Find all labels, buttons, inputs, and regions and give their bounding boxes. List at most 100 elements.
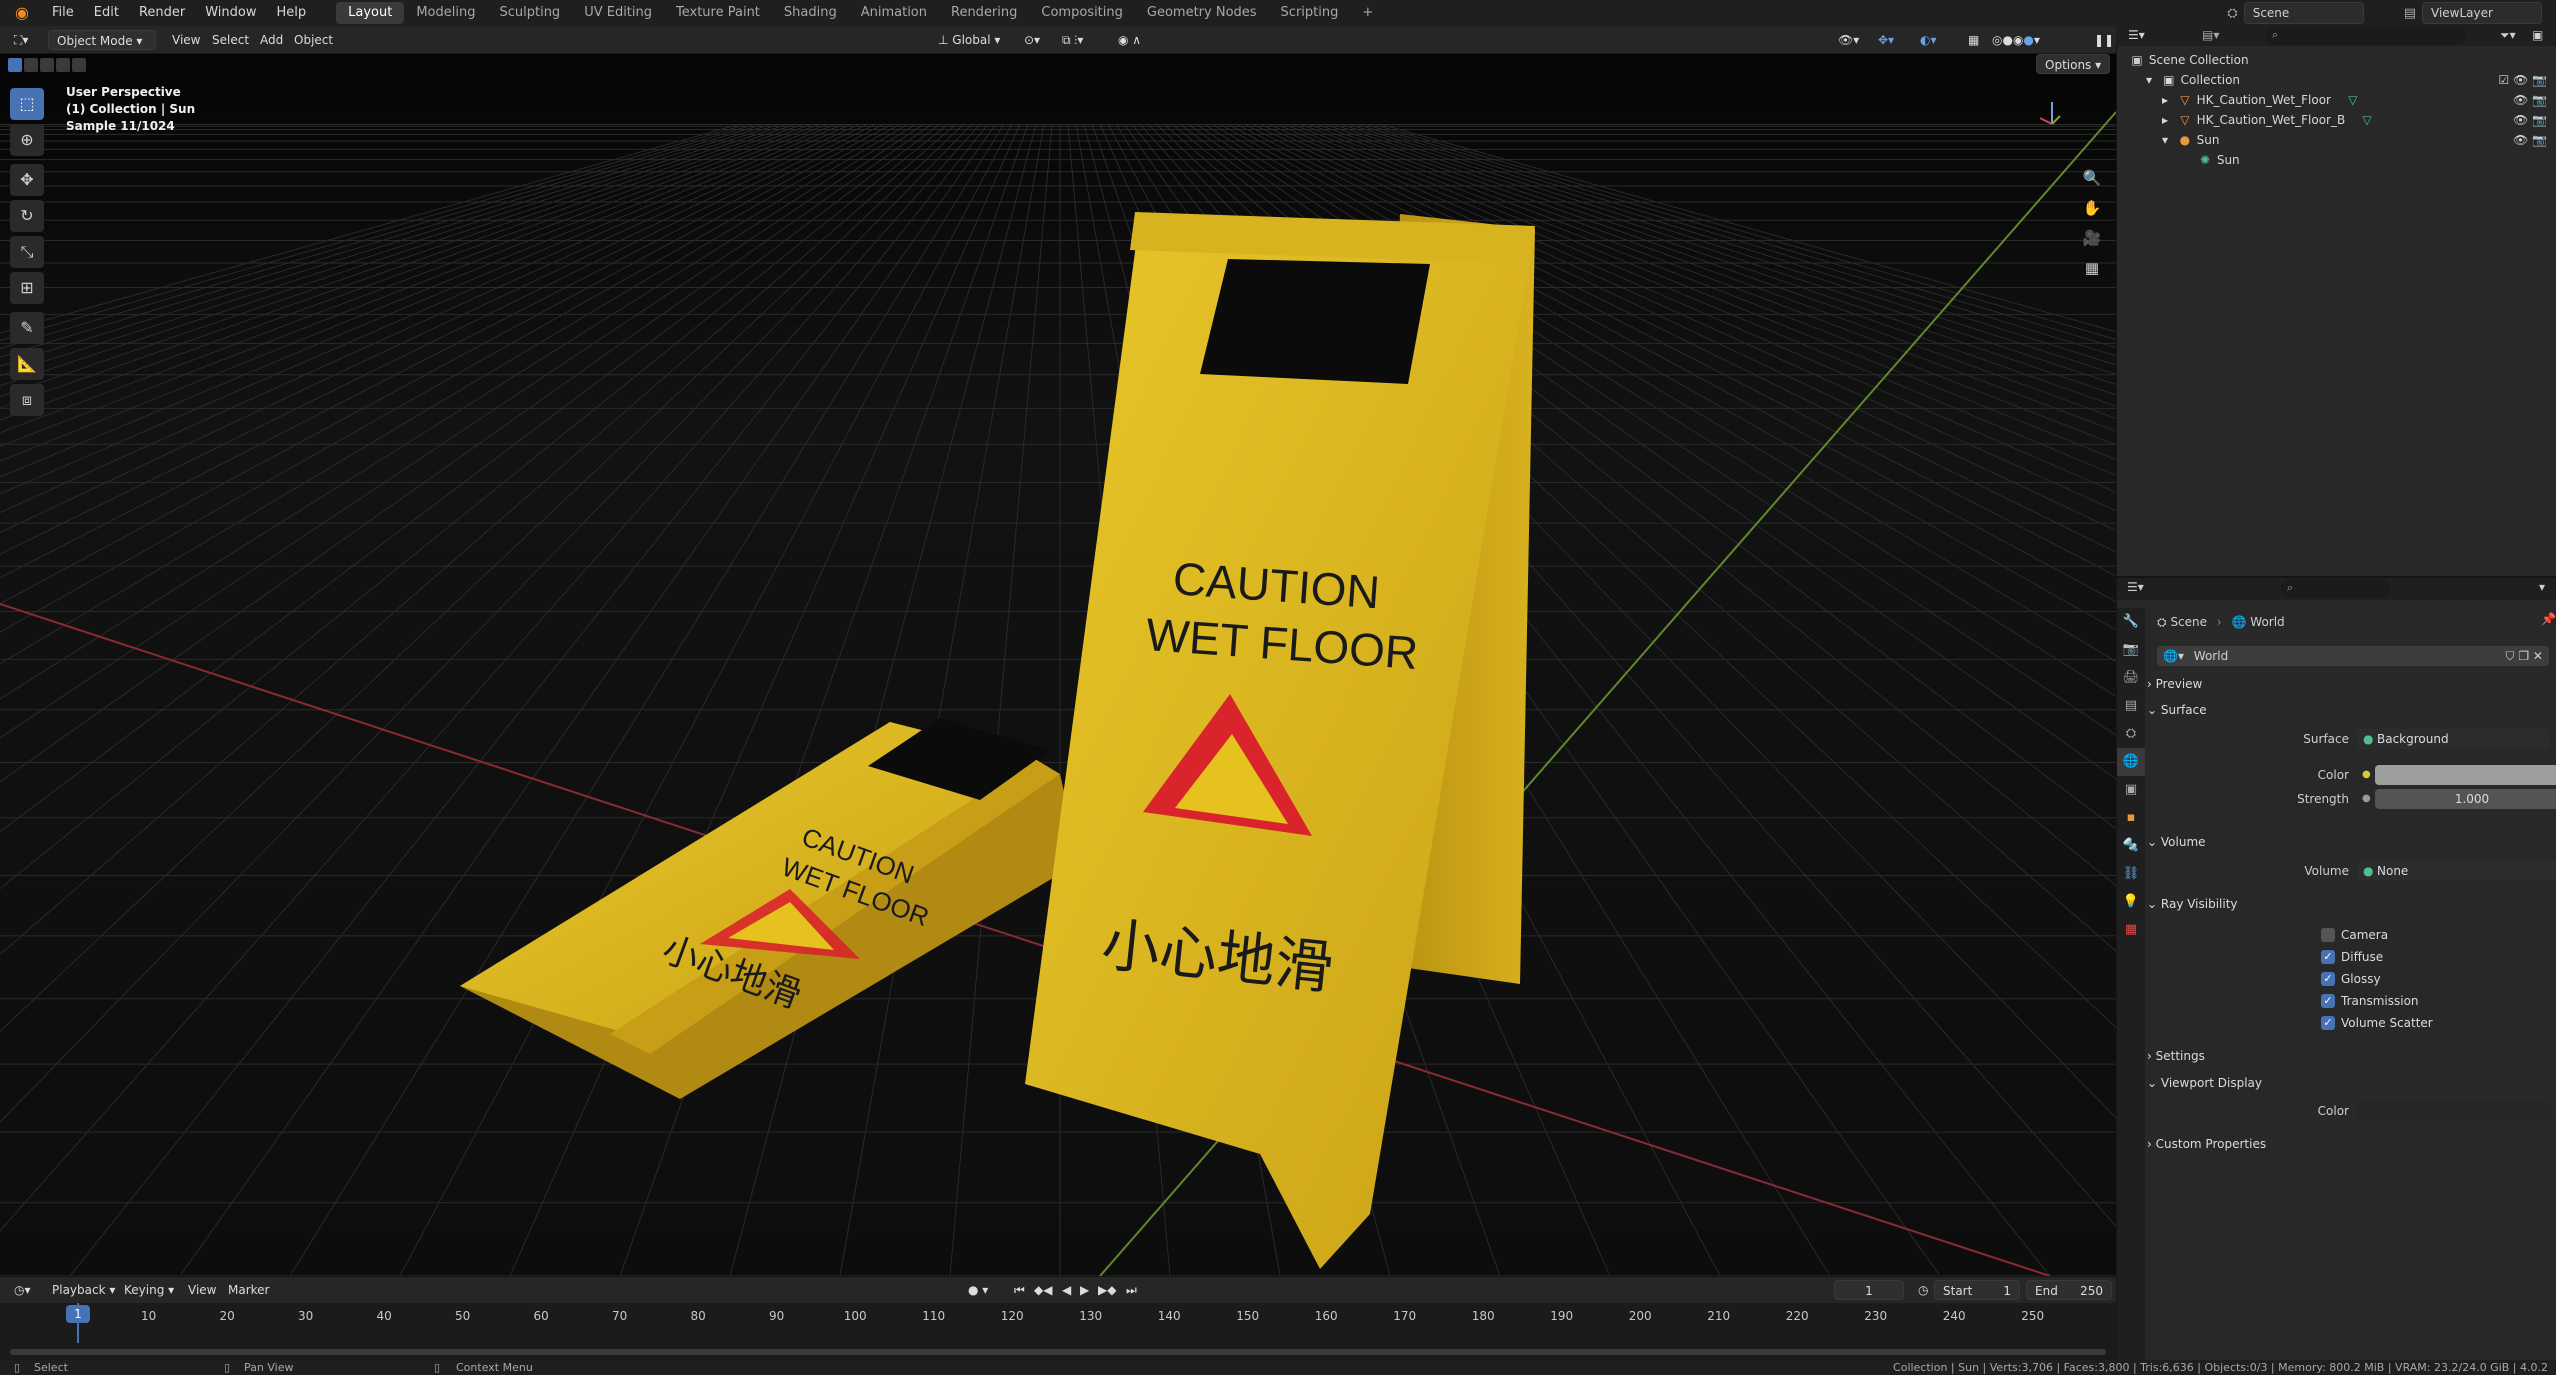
outliner-item-collection[interactable]: ▾ ▣ Collection ☑ 👁 📷 [2117,70,2556,90]
tab-scripting[interactable]: Scripting [1269,2,1351,24]
outliner-item-wet-floor-b[interactable]: ▸ ▽ HK_Caution_Wet_Floor_B ▽ 👁 📷 [2117,110,2556,130]
pivot-icon[interactable]: ⊙▾ [1016,30,1048,50]
volume-scatter-checkbox[interactable]: ✓ [2321,1016,2335,1030]
collection-tab-icon[interactable]: ▣ [2117,776,2145,804]
blender-logo-icon[interactable]: ◉ [12,3,32,23]
3d-viewport[interactable]: CAUTION WET FLOOR 小心地滑 CAUTION WET FLOOR… [0,54,2116,1276]
viewport-color-swatch[interactable] [2357,1101,2551,1121]
ortho-grid-icon[interactable]: ▦ [2080,256,2104,280]
section-preview[interactable]: › Preview [2147,672,2553,696]
select-subtract-button[interactable] [40,58,54,72]
scene-tab-icon[interactable]: ⛭ [2117,720,2145,748]
scene-selector-icon[interactable]: ⛭ [2227,6,2237,21]
section-custom-properties[interactable]: › Custom Properties [2147,1132,2553,1156]
texture-tab-icon[interactable]: ▦ [2117,916,2145,944]
datablock-buttons-icon[interactable]: ⛉ ❐ ✕ [2506,646,2549,666]
snap-icon[interactable]: ⧉ ⫶▾ [1054,30,1091,50]
options-dropdown[interactable]: Options ▾ [2036,54,2111,74]
cursor-tool-icon[interactable]: ⊕ [10,124,44,156]
camera-checkbox[interactable] [2321,928,2335,942]
tab-geometry-nodes[interactable]: Geometry Nodes [1135,2,1269,24]
tool-tab-icon[interactable]: 🔧 [2117,608,2145,636]
transform-tool-icon[interactable]: ⊞ [10,272,44,304]
pin-icon[interactable]: 📌 [2541,612,2556,626]
outliner-item-wet-floor[interactable]: ▸ ▽ HK_Caution_Wet_Floor ▽ 👁 📷 [2117,90,2556,110]
outliner-item-sun[interactable]: ▾ ● Sun 👁 📷 [2117,130,2556,150]
orientation-dropdown[interactable]: ⊥ Global ▾ [930,30,1008,50]
new-collection-icon[interactable]: ▣ [2532,28,2543,42]
tab-compositing[interactable]: Compositing [1029,2,1135,24]
select-menu[interactable]: Select [204,30,257,50]
playback-menu[interactable]: Playback ▾ [44,1280,123,1300]
scale-tool-icon[interactable]: ⤡ [10,236,44,268]
outliner-search-input[interactable]: ⌕ [2266,27,2466,45]
select-new-button[interactable] [8,58,22,72]
constraints-tab-icon[interactable]: ⛓ [2117,860,2145,888]
end-frame-field[interactable]: End 250 [2026,1280,2112,1300]
timeline-scrollbar[interactable] [10,1349,2106,1355]
view-layer-tab-icon[interactable]: ▤ [2117,692,2145,720]
section-ray-visibility[interactable]: ⌄ Ray Visibility [2147,892,2553,916]
record-button[interactable]: ● ▾ [960,1280,996,1300]
render-tab-icon[interactable]: 📷 [2117,636,2145,664]
tab-animation[interactable]: Animation [849,2,939,24]
scene-name-field[interactable]: Scene [2243,2,2364,24]
filter-icon[interactable]: ⏷▾ [2500,28,2516,43]
tab-modeling[interactable]: Modeling [404,2,487,24]
view-layer-field[interactable]: ViewLayer [2422,2,2542,24]
output-tab-icon[interactable]: 🖨 [2117,664,2145,692]
playhead-frame-badge[interactable]: 1 [66,1305,90,1323]
measure-tool-icon[interactable]: 📐 [10,348,44,380]
view-menu[interactable]: View [164,30,208,50]
menu-help[interactable]: Help [267,0,317,26]
timeline-editor-type-icon[interactable]: ◷▾ [6,1280,39,1300]
menu-edit[interactable]: Edit [84,0,129,26]
timeline-ruler[interactable]: 10 20 30 40 50 60 70 80 90 100 110 120 130 140 150 160 1… [0,1303,2116,1361]
background-color-swatch[interactable] [2375,765,2556,785]
overlay-icon[interactable]: ◐▾ [1912,30,1945,50]
proportional-edit-icon[interactable]: ◉ ∧ [1110,30,1149,50]
editor-type-icon[interactable]: ⛶▾ [6,30,36,50]
diffuse-checkbox[interactable]: ✓ [2321,950,2335,964]
outliner-item-sun-data[interactable]: ✺ Sun [2117,150,2556,170]
mode-dropdown[interactable]: Object Mode ▾ [48,30,156,50]
expand-arrow-icon[interactable]: ▸ [2157,90,2173,110]
transmission-checkbox[interactable]: ✓ [2321,994,2335,1008]
menu-file[interactable]: File [42,0,84,26]
select-invert-button[interactable] [56,58,70,72]
keying-menu[interactable]: Keying ▾ [116,1280,182,1300]
zoom-icon[interactable]: 🔍 [2080,166,2104,190]
add-workspace-button[interactable]: + [1350,2,1385,24]
select-intersect-button[interactable] [72,58,86,72]
view-layer-icon[interactable]: ▤ [2404,6,2416,21]
object-visibility-icons[interactable]: 👁 📷 [2513,90,2547,110]
strength-field[interactable]: 1.000 [2375,789,2556,809]
start-frame-field[interactable]: Start 1 [1934,1280,2020,1300]
preview-range-icon[interactable]: ◷ [1910,1280,1936,1300]
strength-socket-icon[interactable]: ● [2362,788,2371,810]
properties-options-icon[interactable]: ▾ [2539,580,2545,594]
timeline-view-menu[interactable]: View [180,1280,224,1300]
object-visibility-icons[interactable]: 👁 📷 [2513,130,2547,150]
rotate-tool-icon[interactable]: ↻ [10,200,44,232]
outliner-display-mode-icon[interactable]: ▤▾ [2202,28,2219,42]
section-viewport-display[interactable]: ⌄ Viewport Display [2147,1071,2553,1095]
tab-texture-paint[interactable]: Texture Paint [664,2,772,24]
glossy-checkbox[interactable]: ✓ [2321,972,2335,986]
camera-view-icon[interactable]: 🎥 [2080,226,2104,250]
select-extend-button[interactable] [24,58,38,72]
volume-shader-field[interactable]: ● None [2357,861,2556,881]
tab-layout[interactable]: Layout [336,2,405,24]
current-frame-field[interactable]: 1 [1834,1280,1904,1300]
select-box-tool-icon[interactable]: ⬚ [10,88,44,120]
data-tab-icon[interactable]: 💡 [2117,888,2145,916]
gizmo-icon[interactable]: ✥▾ [1870,30,1902,50]
outliner-editor-type-icon[interactable]: ☰▾ [2128,28,2145,42]
world-datablock-field[interactable]: 🌐▾ World ⛉ ❐ ✕ [2157,646,2549,666]
world-tab-icon[interactable]: 🌐 [2117,748,2145,776]
modifiers-tab-icon[interactable]: 🔩 [2117,832,2145,860]
properties-search-input[interactable]: ⌕ [2281,580,2391,598]
pan-hand-icon[interactable]: ✋ [2080,196,2104,220]
visibility-icon[interactable]: 👁▾ [1830,30,1867,50]
shading-modes-icon[interactable]: ◎●◉●▾ [1984,30,2048,50]
